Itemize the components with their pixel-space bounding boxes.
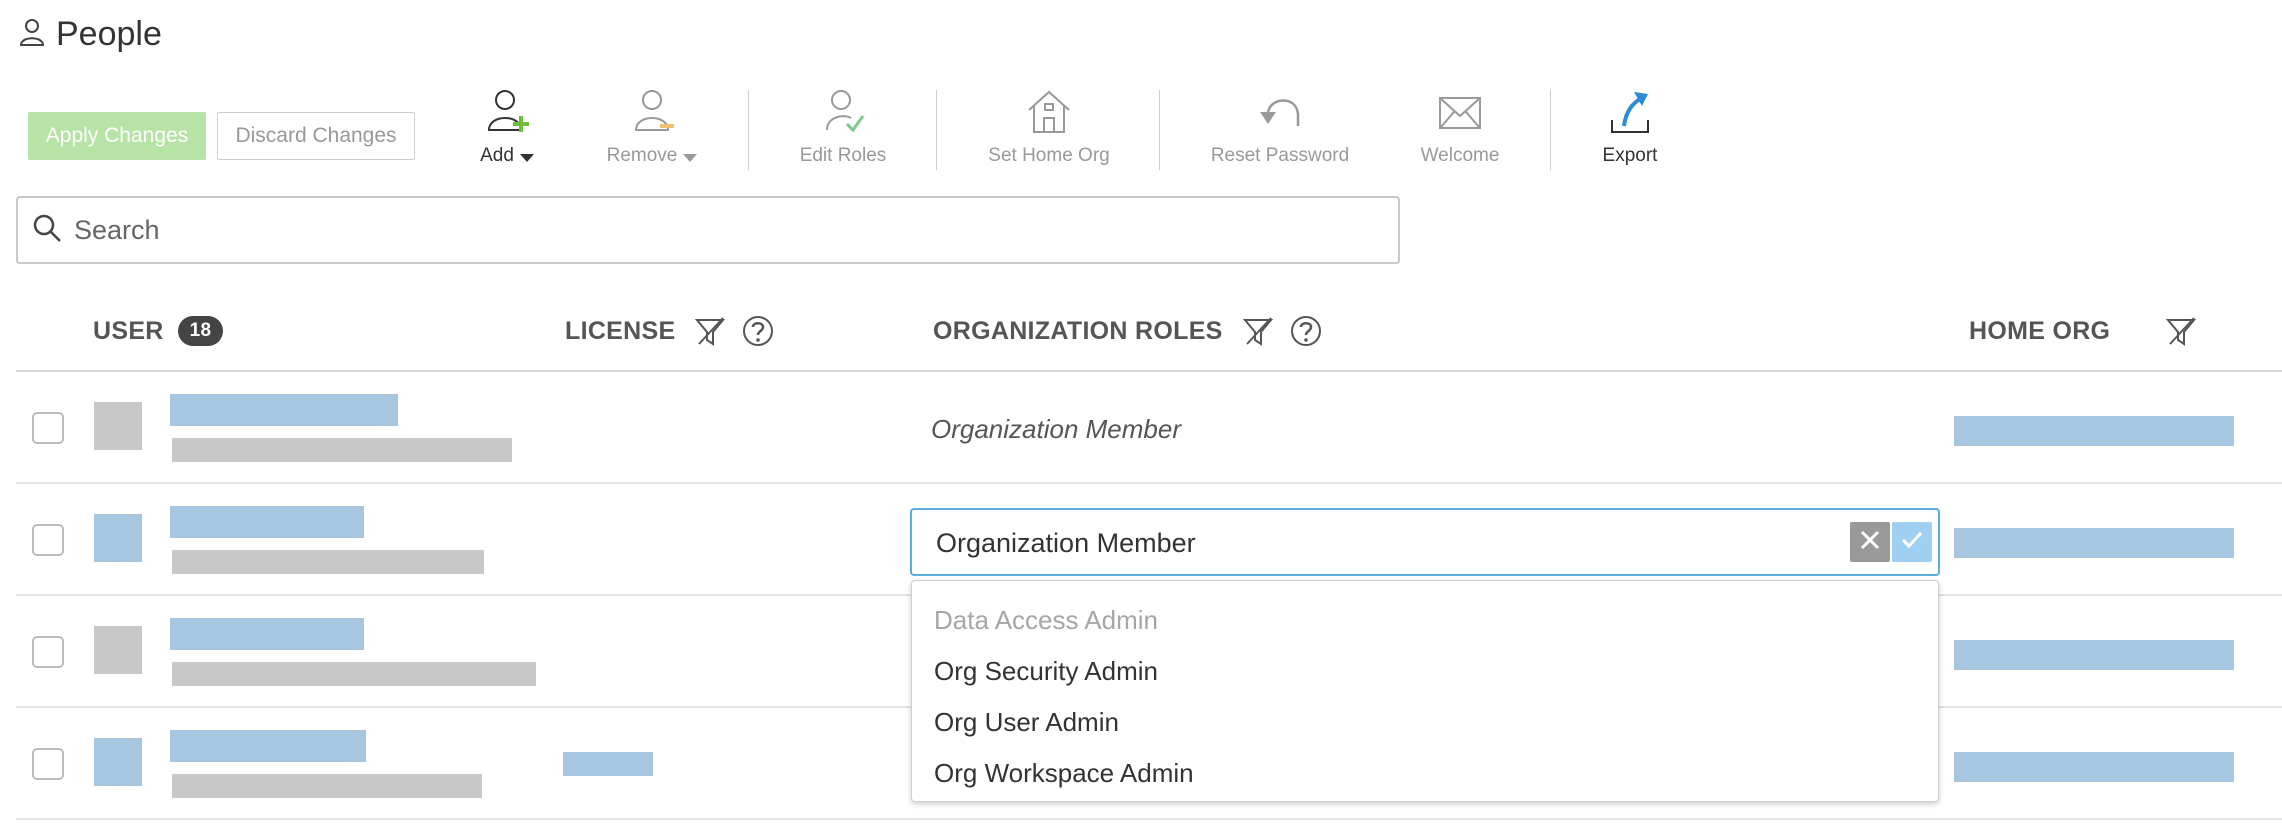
discard-changes-button[interactable]: Discard Changes bbox=[217, 112, 415, 160]
chevron-down-icon bbox=[519, 153, 534, 162]
apply-changes-button[interactable]: Apply Changes bbox=[28, 112, 206, 160]
cancel-edit-button[interactable] bbox=[1850, 522, 1890, 562]
toolbar-divider bbox=[748, 90, 749, 170]
license-redacted bbox=[563, 752, 653, 776]
person-outline-icon bbox=[18, 17, 46, 52]
remove-label: Remove bbox=[606, 145, 678, 166]
license-header-label: LICENSE bbox=[565, 316, 676, 345]
edit-roles-label: Edit Roles bbox=[799, 145, 887, 166]
role-option-org-user-admin[interactable]: Org User Admin bbox=[912, 697, 1938, 748]
export-icon bbox=[1604, 86, 1656, 143]
column-header-user[interactable]: USER 18 bbox=[93, 300, 224, 362]
edit-roles-button[interactable]: Edit Roles bbox=[798, 86, 888, 186]
home-org-redacted bbox=[1954, 416, 2234, 446]
user-count-badge: 18 bbox=[177, 316, 224, 346]
checkmark-icon bbox=[1899, 527, 1925, 558]
column-header-home-org[interactable]: HOME ORG bbox=[1969, 300, 2198, 362]
export-label: Export bbox=[1602, 145, 1658, 166]
filter-icon[interactable] bbox=[693, 314, 727, 348]
column-header-org-roles[interactable]: ORGANIZATION ROLES bbox=[933, 300, 1323, 362]
org-roles-header-label: ORGANIZATION ROLES bbox=[933, 316, 1223, 345]
chevron-down-icon bbox=[683, 153, 698, 162]
user-email-redacted bbox=[172, 662, 536, 686]
user-name-redacted bbox=[170, 394, 398, 426]
add-label: Add bbox=[480, 145, 514, 166]
reset-password-button[interactable]: Reset Password bbox=[1210, 86, 1350, 186]
close-icon bbox=[1857, 527, 1883, 558]
page-header: People bbox=[18, 12, 162, 56]
user-email-redacted bbox=[172, 550, 484, 574]
edit-roles-icon bbox=[817, 86, 869, 143]
org-role-dropdown: Data Access Admin Org Security Admin Org… bbox=[911, 580, 1939, 802]
user-email-redacted bbox=[172, 774, 482, 798]
remove-button[interactable]: Remove bbox=[604, 86, 700, 186]
row-checkbox[interactable] bbox=[32, 748, 64, 780]
set-home-org-button[interactable]: Set Home Org bbox=[986, 86, 1112, 186]
search-icon bbox=[32, 213, 62, 248]
toolbar: Apply Changes Discard Changes Add Remove… bbox=[0, 86, 1700, 186]
avatar bbox=[94, 402, 142, 450]
toolbar-divider bbox=[1550, 90, 1551, 170]
toolbar-divider bbox=[1159, 90, 1160, 170]
welcome-button[interactable]: Welcome bbox=[1416, 86, 1504, 186]
user-name-redacted bbox=[170, 506, 364, 538]
user-name-redacted bbox=[170, 618, 364, 650]
export-button[interactable]: Export bbox=[1598, 86, 1662, 186]
home-icon bbox=[1023, 86, 1075, 143]
org-role-editor-value[interactable]: Organization Member bbox=[936, 528, 1196, 559]
confirm-edit-button[interactable] bbox=[1892, 522, 1932, 562]
row-checkbox[interactable] bbox=[32, 412, 64, 444]
role-option-org-workspace-admin[interactable]: Org Workspace Admin bbox=[912, 748, 1938, 799]
home-org-redacted bbox=[1954, 528, 2234, 558]
home-org-redacted bbox=[1954, 752, 2234, 782]
add-button[interactable]: Add bbox=[472, 86, 542, 186]
remove-user-icon bbox=[626, 86, 678, 143]
help-icon[interactable] bbox=[741, 314, 775, 348]
filter-icon[interactable] bbox=[2164, 314, 2198, 348]
toolbar-divider bbox=[936, 90, 937, 170]
welcome-label: Welcome bbox=[1420, 145, 1500, 166]
row-checkbox[interactable] bbox=[32, 524, 64, 556]
avatar bbox=[94, 738, 142, 786]
undo-arrow-icon bbox=[1254, 86, 1306, 143]
table-row[interactable]: Organization Member bbox=[16, 372, 2282, 484]
user-email-redacted bbox=[172, 438, 512, 462]
search-field[interactable] bbox=[16, 196, 1400, 264]
page-title: People bbox=[56, 14, 162, 53]
set-home-org-label: Set Home Org bbox=[988, 145, 1110, 166]
filter-icon[interactable] bbox=[1241, 314, 1275, 348]
add-user-icon bbox=[481, 86, 533, 143]
user-name-redacted bbox=[170, 730, 366, 762]
column-header-license[interactable]: LICENSE bbox=[565, 300, 775, 362]
envelope-icon bbox=[1434, 86, 1486, 143]
user-header-label: USER bbox=[93, 316, 164, 345]
row-checkbox[interactable] bbox=[32, 636, 64, 668]
role-option-data-access-admin: Data Access Admin bbox=[934, 605, 1158, 635]
avatar bbox=[94, 514, 142, 562]
org-role-value[interactable]: Organization Member bbox=[931, 414, 1181, 445]
org-role-editor[interactable]: Organization Member bbox=[910, 508, 1940, 576]
search-input[interactable] bbox=[74, 214, 1374, 246]
role-option-org-security-admin[interactable]: Org Security Admin bbox=[912, 646, 1938, 697]
home-org-header-label: HOME ORG bbox=[1969, 316, 2111, 345]
home-org-redacted bbox=[1954, 640, 2234, 670]
avatar bbox=[94, 626, 142, 674]
reset-password-label: Reset Password bbox=[1210, 145, 1350, 166]
help-icon[interactable] bbox=[1289, 314, 1323, 348]
